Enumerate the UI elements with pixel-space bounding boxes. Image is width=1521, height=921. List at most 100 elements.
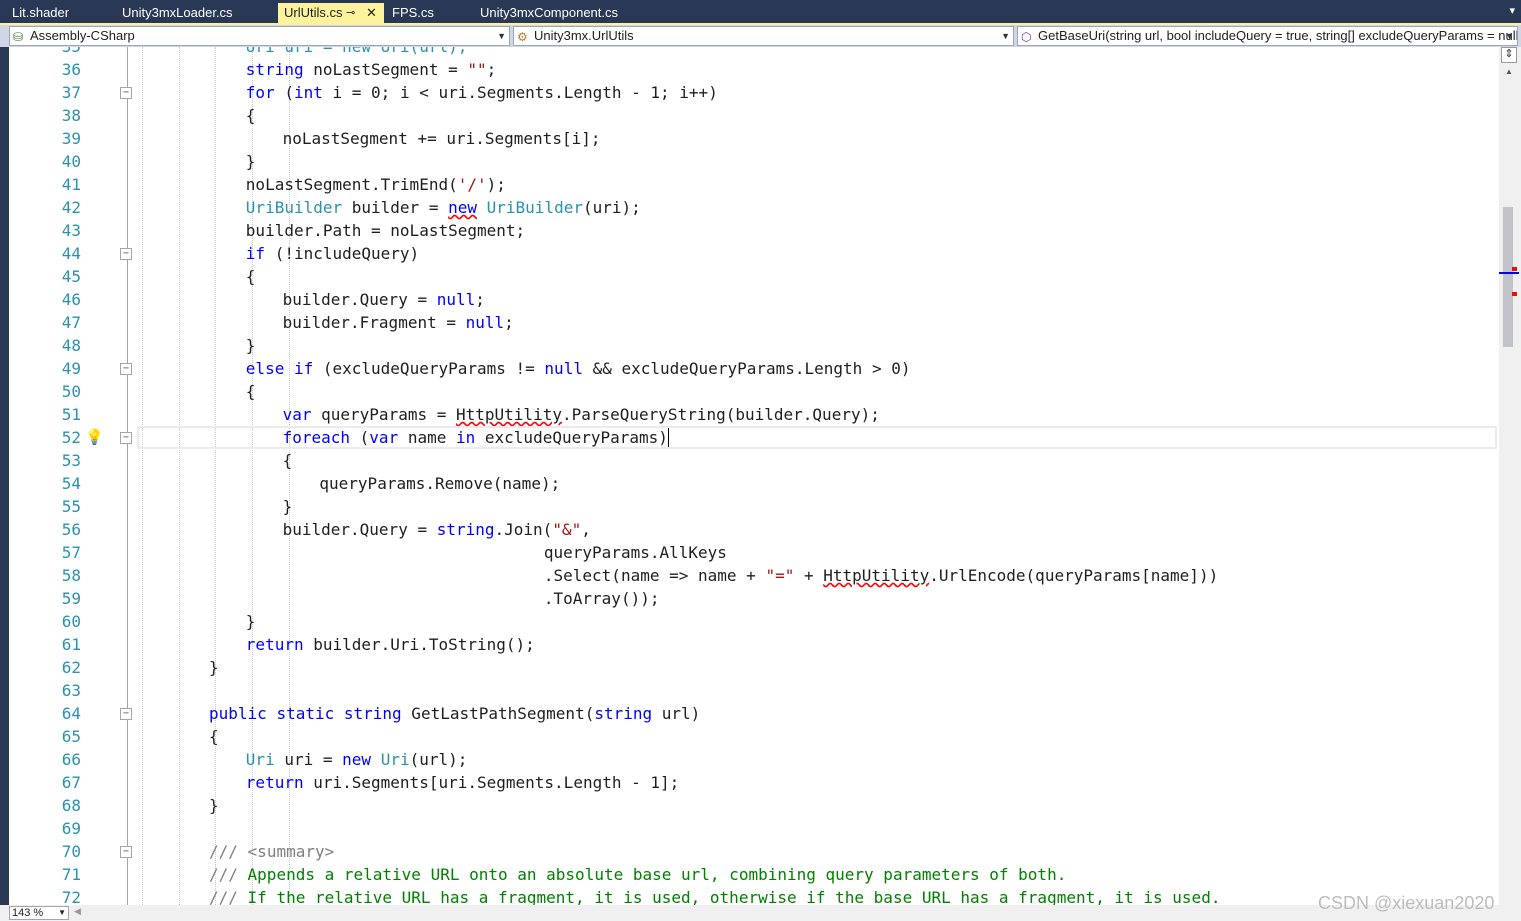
collapse-icon[interactable]: − (120, 708, 132, 720)
code-line[interactable]: 63 (9, 679, 1499, 702)
collapse-icon[interactable]: − (120, 248, 132, 260)
code-line[interactable]: 55} (9, 495, 1499, 518)
code-line[interactable]: 39 noLastSegment += uri.Segments[i]; (9, 127, 1499, 150)
code-text: builder.Path = noLastSegment; (246, 219, 525, 242)
member-dropdown[interactable]: ⬡ GetBaseUri(string url, bool includeQue… (1017, 26, 1518, 46)
error-marker[interactable] (1512, 292, 1517, 296)
tab-unity3mxloader[interactable]: Unity3mxLoader.cs (116, 3, 276, 24)
collapse-icon[interactable]: − (120, 432, 132, 444)
code-line[interactable]: 41 noLastSegment.TrimEnd('/'); (9, 173, 1499, 196)
scrollbar-thumb[interactable] (1503, 207, 1513, 347)
code-text: queryParams.AllKeys (544, 541, 727, 564)
code-line[interactable]: 72 /// If the relative URL has a fragment… (9, 886, 1499, 905)
code-editor[interactable]: 35Uri uri = new Uri(url);36string noLast… (9, 47, 1499, 905)
code-token: builder.Uri.ToString(); (303, 635, 535, 654)
pin-icon[interactable]: ⊸ (346, 3, 355, 23)
scroll-left-icon[interactable]: ◀ (74, 906, 81, 917)
vertical-scrollbar[interactable]: ⇕ ▲ (1499, 47, 1521, 905)
code-token: queryParams.Remove(name); (319, 474, 561, 493)
code-line[interactable]: 54 queryParams.Remove(name); (9, 472, 1499, 495)
code-line[interactable]: 62} (9, 656, 1499, 679)
code-line[interactable]: 61 return builder.Uri.ToString(); (9, 633, 1499, 656)
line-number: 66 (61, 750, 81, 769)
code-text: } (246, 610, 256, 633)
code-line[interactable]: 36 string noLastSegment = ""; (9, 58, 1499, 81)
code-line[interactable]: 58 .Select(name => name + "=" + HttpUtili… (9, 564, 1499, 587)
horizontal-scrollbar[interactable]: ◀ (72, 906, 1492, 919)
line-number: 68 (61, 796, 81, 815)
collapse-icon[interactable]: − (120, 87, 132, 99)
code-token: HttpUtility (823, 566, 930, 585)
code-text: for (int i = 0; i < uri.Segments.Length … (246, 81, 718, 104)
tab-fps[interactable]: FPS.cs (386, 3, 470, 24)
code-line[interactable]: 68} (9, 794, 1499, 817)
error-marker[interactable] (1512, 267, 1517, 271)
code-line[interactable]: 47 builder.Fragment = null; (9, 311, 1499, 334)
code-token: Uri (245, 750, 275, 769)
code-token: null (465, 313, 505, 332)
collapse-icon[interactable]: − (120, 363, 132, 375)
code-line[interactable]: 57 queryParams.AllKeys (9, 541, 1499, 564)
zoom-dropdown[interactable]: 143 % ▼ (9, 906, 69, 920)
code-line[interactable]: 70 − /// <summary> (9, 840, 1499, 863)
code-line[interactable]: 46 builder.Query = null; (9, 288, 1499, 311)
line-number: 50 (61, 382, 81, 401)
tab-overflow-dropdown-icon[interactable]: ▾ (1509, 4, 1515, 17)
code-line[interactable]: 42 UriBuilder builder = new UriBuilder(ur… (9, 196, 1499, 219)
code-token: builder.Query = (282, 520, 437, 539)
close-icon[interactable]: ✕ (366, 3, 377, 23)
code-token: { (245, 106, 256, 125)
chevron-down-icon: ▼ (497, 31, 506, 41)
line-number: 64 (61, 704, 81, 723)
code-token: excludeQueryParams) (475, 428, 668, 447)
code-line[interactable]: 51 var queryParams = HttpUtility.ParseQue… (9, 403, 1499, 426)
editor-bottom-bar: 143 % ▼ ◀ (0, 905, 1521, 921)
code-line[interactable]: 38 { (9, 104, 1499, 127)
code-line[interactable]: 66 Uri uri = new Uri(url); (9, 748, 1499, 771)
code-line[interactable]: 60} (9, 610, 1499, 633)
code-token: .ToArray()); (543, 589, 660, 608)
code-token: var (282, 405, 312, 424)
scroll-up-icon[interactable]: ▲ (1505, 67, 1513, 76)
code-line[interactable]: 44 − if (!includeQuery) (9, 242, 1499, 265)
code-line[interactable]: 53 { (9, 449, 1499, 472)
document-tab-strip: Lit.shader Unity3mxLoader.cs UrlUtils.cs… (0, 0, 1521, 24)
tab-lit-shader[interactable]: Lit.shader (6, 3, 106, 24)
tab-unity3mxcomponent[interactable]: Unity3mxComponent.cs (474, 3, 664, 24)
code-line[interactable]: 50 { (9, 380, 1499, 403)
collapse-icon[interactable]: − (120, 846, 132, 858)
code-token: static (276, 704, 335, 723)
code-line[interactable]: 48} (9, 334, 1499, 357)
code-line[interactable]: 56 builder.Query = string.Join("&", (9, 518, 1499, 541)
code-text: .ToArray()); (544, 587, 660, 610)
code-token: return (245, 773, 304, 792)
code-area[interactable]: 35Uri uri = new Uri(url);36string noLast… (9, 47, 1499, 905)
code-line[interactable]: 40} (9, 150, 1499, 173)
project-dropdown[interactable]: ⛁ Assembly-CSharp ▼ (9, 26, 510, 46)
line-number: 53 (61, 451, 81, 470)
code-line[interactable]: 35 Uri uri = new Uri(url); (9, 47, 1499, 58)
code-token: .ParseQueryString(builder.Query); (561, 405, 880, 424)
code-token: (excludeQueryParams != (313, 359, 545, 378)
code-line[interactable]: 67 return uri.Segments[uri.Segments.Lengt… (9, 771, 1499, 794)
code-text: { (209, 725, 219, 748)
tab-urlutils[interactable]: UrlUtils.cs ⊸ ✕ (278, 3, 384, 24)
code-line[interactable]: 59 .ToArray()); (9, 587, 1499, 610)
code-token: builder.Fragment = (282, 313, 466, 332)
line-number: 37 (61, 83, 81, 102)
type-dropdown[interactable]: ⚙ Unity3mx.UrlUtils ▼ (513, 26, 1014, 46)
code-line[interactable]: 43 builder.Path = noLastSegment; (9, 219, 1499, 242)
lightbulb-icon[interactable]: 💡 (85, 428, 104, 446)
member-name: GetBaseUri(string url, bool includeQuery… (1038, 28, 1518, 43)
split-window-button[interactable]: ⇕ (1501, 47, 1517, 63)
code-line[interactable]: 45 { (9, 265, 1499, 288)
code-line[interactable]: 49 − else if (excludeQueryParams != null &… (9, 357, 1499, 380)
code-line[interactable]: 64 − public static string GetLastPathSegme… (9, 702, 1499, 725)
code-line[interactable]: 69 (9, 817, 1499, 840)
code-line[interactable]: 💡 52 − foreach (var name in excludeQueryPar… (9, 426, 1499, 449)
code-line[interactable]: 37 − for (int i = 0; i < uri.Segments.Leng… (9, 81, 1499, 104)
line-number: 39 (61, 129, 81, 148)
code-line[interactable]: 65 { (9, 725, 1499, 748)
code-line[interactable]: 71 /// Appends a relative URL onto an abs… (9, 863, 1499, 886)
